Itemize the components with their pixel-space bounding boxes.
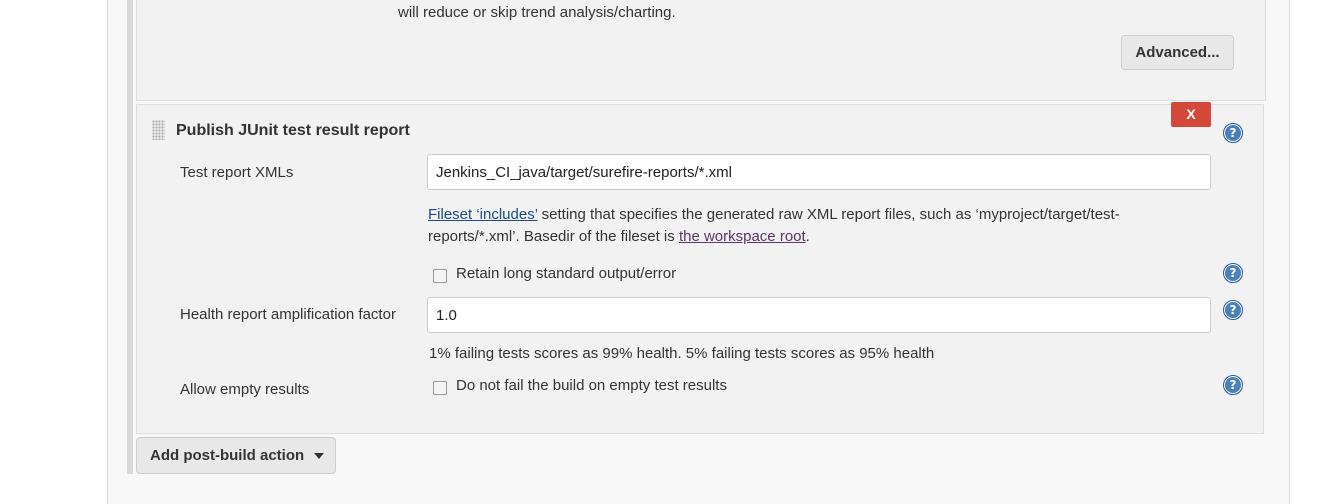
- allow-empty-checkbox-label[interactable]: Do not fail the build on empty test resu…: [456, 377, 727, 394]
- retain-output-checkbox[interactable]: [433, 269, 447, 283]
- help-icon[interactable]: ?: [1223, 300, 1243, 320]
- previous-step-description: will reduce or skip trend analysis/chart…: [398, 4, 676, 21]
- section-rail: [127, 0, 133, 474]
- chevron-down-icon: [314, 453, 325, 460]
- description-text: setting that specifies the generated raw…: [537, 206, 1120, 223]
- test-report-xmls-input[interactable]: [427, 154, 1211, 190]
- advanced-button[interactable]: Advanced...: [1121, 35, 1234, 70]
- allow-empty-checkbox[interactable]: [433, 381, 447, 395]
- fileset-includes-link[interactable]: Fileset ‘includes’: [428, 206, 538, 223]
- workspace-root-link[interactable]: the workspace root: [679, 228, 806, 245]
- test-report-xmls-label: Test report XMLs: [180, 164, 294, 181]
- drag-handle-icon[interactable]: [152, 120, 165, 140]
- health-factor-label: Health report amplification factor: [180, 306, 396, 323]
- allow-empty-label: Allow empty results: [180, 381, 310, 398]
- add-post-build-action-button[interactable]: Add post-build action: [136, 437, 336, 474]
- help-icon[interactable]: ?: [1223, 263, 1243, 283]
- retain-output-label[interactable]: Retain long standard output/error: [456, 265, 676, 282]
- health-factor-description: 1% failing tests scores as 99% health. 5…: [429, 345, 935, 362]
- previous-build-step-section: will reduce or skip trend analysis/chart…: [136, 0, 1266, 101]
- delete-step-button[interactable]: X: [1171, 102, 1211, 127]
- junit-publisher-section: Publish JUnit test result report X ? Tes…: [136, 102, 1264, 434]
- description-text: .: [805, 228, 810, 245]
- description-text: reports/*.xml’. Basedir of the fileset i…: [428, 228, 679, 245]
- help-icon[interactable]: ?: [1223, 375, 1243, 395]
- add-post-build-action-label: Add post-build action: [150, 447, 305, 464]
- section-title: Publish JUnit test result report: [176, 122, 410, 139]
- help-icon[interactable]: ?: [1223, 123, 1243, 143]
- test-report-xmls-description: Fileset ‘includes’ setting that specifie…: [428, 204, 1218, 248]
- health-factor-input[interactable]: [427, 297, 1211, 333]
